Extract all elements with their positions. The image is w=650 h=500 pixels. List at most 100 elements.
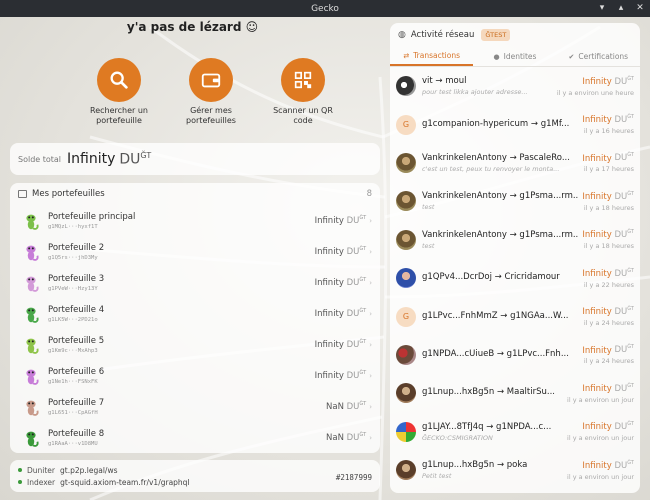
transaction-amount: Infinity DUĞT [582,75,634,87]
transaction-row[interactable]: g1QPv4...DcrDoj → Cricridamour Infinity D… [390,259,640,297]
transaction-row[interactable]: g1Lnup...hxBg5n → poka Petit test Infinity… [390,451,640,489]
gecko-avatar-icon [26,245,39,261]
duniter-url: gt.p2p.legal/ws [60,465,118,475]
transaction-parties: VankrinkelenAntony → g1Psma...rm... [422,229,579,240]
transaction-comment: c'est un test, peux tu renvoyer le monta… [422,164,560,173]
transaction-amount: Infinity DUĞT [582,267,634,279]
transaction-time: il y a 22 heures [583,280,634,289]
network-activity-card: ◍ Activité réseau ĞTEST ⇄ Transactions ●… [390,23,640,493]
transaction-row[interactable]: g1Lnup...hxBg5n → MaaltirSu... Infinity D… [390,374,640,412]
wallet-list: Portefeuille principal g1MQzL···hyxf1T Inf… [10,205,380,453]
wallet-balance: NaN DUĞT [326,432,367,443]
wallet-name: Portefeuille 4 [48,304,105,315]
my-wallets-header: Mes portefeuilles 8 [10,183,380,205]
wallet-balance: Infinity DUĞT [314,215,367,226]
transaction-row[interactable]: VankrinkelenAntony → g1Psma...rm... test I… [390,221,640,259]
transaction-row[interactable]: g1LJAY...8TfJ4q → g1NPDA...c... ĞECKO:CSM… [390,413,640,451]
globe-icon: ◍ [398,30,406,40]
tab-transactions[interactable]: ⇄ Transactions [390,47,474,66]
indexer-node-row[interactable]: Indexer gt-squid.axiom-team.fr/v1/graphq… [18,476,372,488]
search-icon [97,58,141,102]
transaction-time: il y a environ un jour [567,472,634,481]
indexer-url: gt-squid.axiom-team.fr/v1/graphql [60,477,190,487]
scan-qr-button[interactable]: Scanner un QR code [269,58,337,126]
my-wallets-card: Mes portefeuilles 8 Portefeuille princip… [10,183,380,453]
transaction-comment: Petit test [422,472,452,481]
transaction-row[interactable]: Gg1companion-hypericum → g1Mf... Infinity… [390,105,640,143]
wallet-balance: Infinity DUĞT [314,308,367,319]
gecko-avatar-icon [26,369,39,385]
transaction-time: il y a 16 heures [583,127,634,135]
transaction-row[interactable]: Gg1LPvc...FnhMmZ → g1NGAa...W... Infinity… [390,297,640,335]
wallet-row[interactable]: Portefeuille 4 g1LK5W···2PD21o Infinity DU… [10,298,380,329]
wallet-row[interactable]: Portefeuille 7 g1L651···CpAGfH NaN DUĞT › [10,391,380,422]
wallet-row[interactable]: Portefeuille 8 g1RAaA···v1D8MU NaN DUĞT › [10,422,380,453]
wallet-address: g1PVeW···Hzy13Y [48,285,98,292]
wallet-row[interactable]: Portefeuille 5 g1Km9c···MxAhp3 Infinity DU… [10,329,380,360]
maximize-icon[interactable]: ▴ [615,2,627,14]
minimize-icon[interactable]: ▾ [596,2,608,14]
greeting-text: y'a pas de lézard ☺ [126,20,259,34]
total-balance-label: Solde total [18,154,62,164]
window-title: Gecko [311,3,339,14]
node-status-card: Duniter gt.p2p.legal/ws Indexer gt-squid… [10,460,380,492]
wallet-row[interactable]: Portefeuille principal g1MQzL···hyxf1T Inf… [10,205,380,236]
search-wallet-button[interactable]: Rechercher un portefeuille [85,58,153,126]
chevron-right-icon: › [369,247,372,256]
wallet-icon [18,190,27,198]
transaction-time: il y a environ une heure [556,88,634,97]
transaction-amount: Infinity DUĞT [582,190,634,202]
avatar [396,421,416,442]
tab-identites[interactable]: ● Identites [473,47,556,66]
transaction-row[interactable]: vit → moul pour test likka ajouter adress… [390,67,640,105]
wallet-row[interactable]: Portefeuille 3 g1PVeW···Hzy13Y Infinity DU… [10,267,380,298]
wallet-row[interactable]: Portefeuille 2 g1Q5rs···jhD3My Infinity DU… [10,236,380,267]
wallet-name: Portefeuille 3 [48,273,105,284]
gecko-avatar-icon [26,276,39,292]
my-wallets-title: Mes portefeuilles [32,189,105,199]
wallet-name: Portefeuille principal [48,211,136,222]
person-icon: ● [493,52,500,61]
wallet-name: Portefeuille 7 [48,397,105,408]
total-balance-unit: DUĞT [119,150,152,168]
tab-certifications[interactable]: ✔ Certifications [557,47,640,66]
transaction-amount: Infinity DUĞT [582,306,634,317]
wallet-address: g1RAaA···v1D8MU [48,440,98,447]
avatar [396,268,416,289]
swap-icon: ⇄ [403,51,410,60]
network-activity-title: Activité réseau [410,30,475,40]
duniter-label: Duniter [27,465,56,475]
network-badge: ĞTEST [481,29,511,41]
wallet-row[interactable]: Portefeuille 6 g1Ne1h···FSNxFK Infinity DU… [10,360,380,391]
manage-wallets-button[interactable]: Gérer mes portefeuilles [177,58,245,126]
transaction-comment: ĞECKO:CSMIGRATION [422,433,493,442]
transaction-row[interactable]: VankrinkelenAntony → PascaleRo... c'est u… [390,144,640,182]
network-activity-header: ◍ Activité réseau ĞTEST [390,23,640,47]
transaction-parties: vit → moul [422,76,467,87]
transaction-row[interactable]: g1NPDA...cUiueB → g1LPvc...Fnh... Infinit… [390,336,640,374]
transaction-parties: VankrinkelenAntony → PascaleRo... [422,152,570,163]
activity-tabs: ⇄ Transactions ● Identites ✔ Certificati… [390,47,640,67]
quick-actions: Rechercher un portefeuille Gérer mes por… [85,58,337,126]
avatar [396,383,416,404]
close-icon[interactable]: ✕ [634,2,646,14]
duniter-node-row[interactable]: Duniter gt.p2p.legal/ws [18,464,372,476]
chevron-right-icon: › [369,216,372,225]
chevron-right-icon: › [369,371,372,380]
transaction-amount: Infinity DUĞT [582,114,634,125]
avatar: G [396,114,416,135]
indexer-label: Indexer [27,477,56,487]
wallet-balance: NaN DUĞT [326,401,367,412]
transaction-parties: g1QPv4...DcrDoj → Cricridamour [422,272,560,283]
transaction-amount: Infinity DUĞT [582,421,634,433]
transaction-comment: test [422,241,435,250]
gecko-avatar-icon [26,431,39,447]
transaction-amount: Infinity DUĞT [582,344,634,356]
transaction-row[interactable]: VankrinkelenAntony → g1Psma...rm... test I… [390,182,640,220]
avatar [396,460,416,481]
avatar: G [396,306,416,327]
wallet-icon [189,58,233,102]
transaction-time: il y a 24 heures [583,357,634,366]
wallet-address: g1MQzL···hyxf1T [48,223,98,230]
status-ok-icon [18,468,22,472]
